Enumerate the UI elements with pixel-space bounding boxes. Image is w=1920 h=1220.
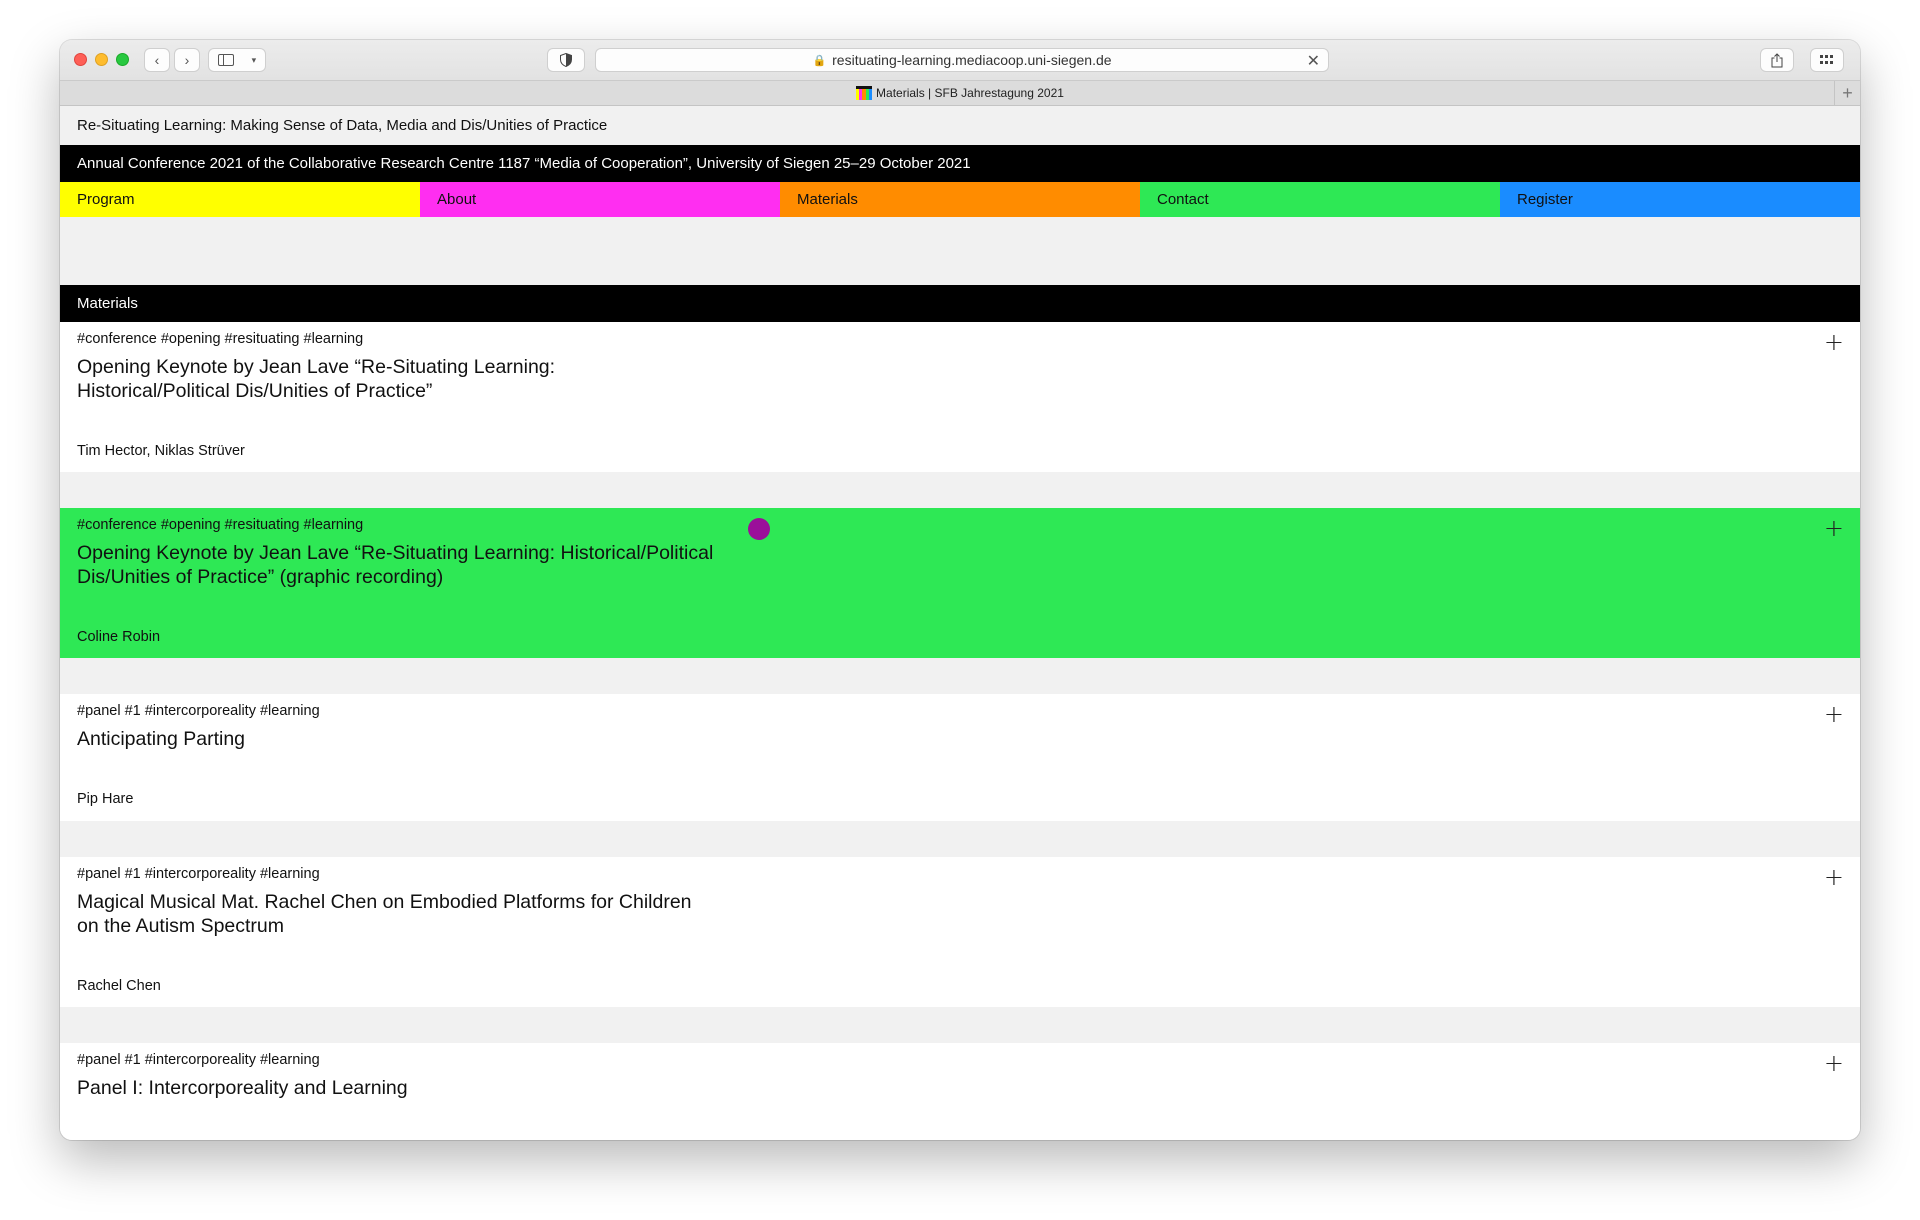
item-title[interactable]: Magical Musical Mat. Rachel Chen on Embo… [77,884,697,938]
nav-item-register[interactable]: Register [1500,182,1860,217]
section-heading: Materials [60,285,1860,322]
site-title[interactable]: Re-Situating Learning: Making Sense of D… [60,106,1860,145]
close-icon[interactable]: ✕ [1307,51,1320,71]
new-tab-button[interactable]: + [1834,81,1860,106]
list-item[interactable]: #conference #opening #resituating #learn… [60,322,1860,472]
item-title[interactable]: Anticipating Parting [77,721,677,751]
chevron-right-icon: › [184,52,190,68]
tab-bar: Materials | SFB Jahrestagung 2021 + [60,80,1860,106]
share-button[interactable] [1760,48,1794,72]
expand-plus-icon[interactable]: + [1824,702,1844,726]
item-tags: #panel #1 #intercorporeality #learning [77,703,320,719]
chevron-left-icon: ‹ [154,52,160,68]
expand-plus-icon[interactable]: + [1824,1051,1844,1075]
list-item[interactable]: #conference #opening #resituating #learn… [60,508,1860,658]
item-title[interactable]: Opening Keynote by Jean Lave “Re-Situati… [77,349,677,403]
item-tags: #conference #opening #resituating #learn… [77,517,364,533]
url-text: resituating-learning.mediacoop.uni-siege… [832,52,1112,68]
cursor-indicator [748,518,770,540]
item-title[interactable]: Opening Keynote by Jean Lave “Re-Situati… [77,535,717,589]
close-window-button[interactable] [74,53,87,66]
nav-item-materials[interactable]: Materials [780,182,1140,217]
address-bar[interactable]: 🔒 resituating-learning.mediacoop.uni-sie… [595,48,1329,72]
zoom-window-button[interactable] [116,53,129,66]
expand-plus-icon[interactable]: + [1824,330,1844,354]
chevron-down-icon: ▾ [251,54,257,65]
item-authors: Rachel Chen [77,978,161,994]
item-authors: Coline Robin [77,629,161,645]
list-item[interactable]: #panel #1 #intercorporeality #learning A… [60,694,1860,821]
window-controls [74,53,129,66]
item-tags: #conference #opening #resituating #learn… [77,331,364,347]
item-tags: #panel #1 #intercorporeality #learning [77,1052,320,1068]
grid-icon [1820,55,1833,64]
back-button[interactable]: ‹ [144,48,170,72]
minimize-window-button[interactable] [95,53,108,66]
item-authors: Pip Hare [77,791,134,807]
sidebar-icon [217,54,234,66]
share-icon [1771,52,1783,67]
main-nav: Program About Materials Contact Register [60,182,1860,217]
nav-item-about[interactable]: About [420,182,780,217]
item-authors: Tim Hector, Niklas Strüver [77,443,245,459]
sidebar-toggle-button[interactable]: ▾ [208,48,266,72]
tab-title[interactable]: Materials | SFB Jahrestagung 2021 [876,86,1064,100]
materials-list: #conference #opening #resituating #learn… [60,322,1860,1140]
site-favicon-icon [856,86,873,100]
forward-button[interactable]: › [174,48,200,72]
item-title[interactable]: Panel I: Intercorporeality and Learning [77,1070,677,1100]
browser-window: ‹ › ▾ 🔒 resituating-learning.mediacoop.u… [60,40,1860,1140]
conference-banner: Annual Conference 2021 of the Collaborat… [60,145,1860,182]
nav-item-contact[interactable]: Contact [1140,182,1500,217]
list-item[interactable]: #panel #1 #intercorporeality #learning M… [60,857,1860,1007]
lock-icon: 🔒 [812,54,827,67]
shield-icon [560,53,572,67]
expand-plus-icon[interactable]: + [1824,865,1844,889]
plus-icon: + [1842,83,1853,103]
page-content: Re-Situating Learning: Making Sense of D… [60,106,1860,1140]
item-tags: #panel #1 #intercorporeality #learning [77,866,320,882]
tab-overview-button[interactable] [1810,48,1844,72]
privacy-report-button[interactable] [547,48,585,72]
browser-toolbar: ‹ › ▾ 🔒 resituating-learning.mediacoop.u… [60,40,1860,80]
expand-plus-icon[interactable]: + [1824,516,1844,540]
list-item[interactable]: #panel #1 #intercorporeality #learning P… [60,1043,1860,1140]
nav-item-program[interactable]: Program [60,182,420,217]
